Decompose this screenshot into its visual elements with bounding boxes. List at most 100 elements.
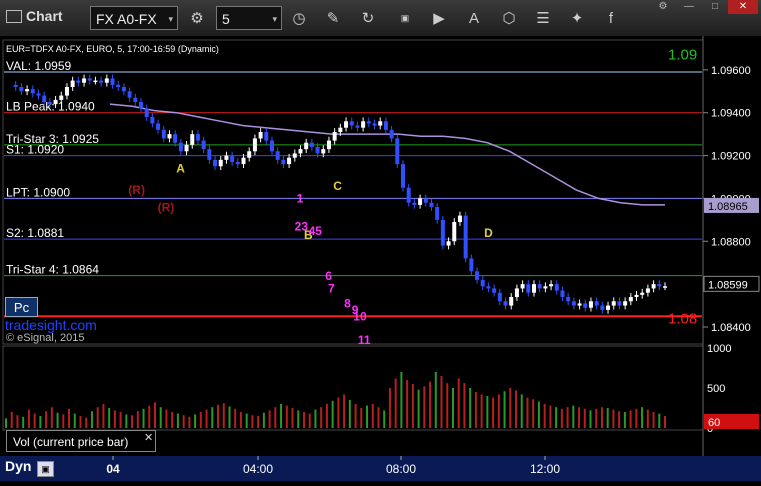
- price-bar: [583, 303, 588, 308]
- price-bar: [560, 290, 565, 297]
- price-bar: [645, 288, 650, 293]
- price-bar: [412, 202, 417, 205]
- price-tag-label: 1.08599: [708, 279, 748, 291]
- price-bar: [475, 271, 480, 280]
- interval-input[interactable]: 5 ▾: [216, 6, 282, 30]
- chart-annotation: 7: [328, 282, 335, 296]
- chart-annotation: A: [176, 162, 185, 176]
- price-bar: [258, 132, 263, 139]
- chart-header: EUR=TDFX A0-FX, EURO, 5, 17:00-16:59 (Dy…: [6, 44, 219, 54]
- price-bar: [514, 288, 519, 297]
- time-tick-label: 08:00: [386, 462, 416, 476]
- price-bar: [110, 78, 115, 85]
- price-bar: [463, 215, 468, 259]
- network-icon[interactable]: ⬡: [498, 7, 520, 29]
- price-bar: [195, 134, 200, 141]
- close-icon[interactable]: ✕: [144, 431, 153, 444]
- price-bar: [184, 144, 189, 152]
- price-bar: [486, 286, 491, 289]
- price-bar: [497, 292, 502, 302]
- dyn-label[interactable]: Dyn: [5, 458, 31, 474]
- chart-annotation: 1: [297, 192, 304, 206]
- edge-level-label: 1.08: [668, 310, 697, 327]
- price-bar: [440, 219, 445, 246]
- price-bar: [116, 84, 121, 87]
- pencil-icon[interactable]: ✎: [322, 7, 344, 29]
- price-tag-label: 1.08965: [708, 201, 748, 213]
- facebook-icon[interactable]: f: [600, 7, 622, 29]
- chart-annotation: D: [484, 226, 493, 240]
- level-label: S1: 1.0920: [6, 143, 64, 157]
- price-bar: [361, 121, 366, 128]
- twitter-icon[interactable]: ✦: [566, 7, 588, 29]
- symbol-input[interactable]: FX A0-FX ▾: [90, 6, 178, 30]
- get-icon[interactable]: ▣: [394, 7, 416, 29]
- price-bar: [201, 140, 206, 150]
- price-bar: [139, 102, 143, 109]
- play-icon[interactable]: ▶: [428, 7, 450, 29]
- price-bar: [127, 91, 132, 98]
- price-bar: [383, 121, 388, 130]
- price-bar: [429, 202, 434, 207]
- price-bar: [526, 284, 531, 293]
- price-bar: [161, 129, 166, 139]
- price-bar: [13, 84, 18, 87]
- lock-icon[interactable]: ▣: [37, 461, 54, 477]
- close-icon[interactable]: ✕: [728, 0, 758, 14]
- price-bar: [338, 127, 343, 132]
- price-bar: [104, 78, 109, 83]
- brand-watermark: tradesight.com: [5, 317, 97, 333]
- price-bar: [99, 80, 104, 83]
- price-bar: [372, 123, 377, 126]
- price-bar: [64, 87, 69, 96]
- chevron-down-icon[interactable]: ▾: [168, 7, 173, 31]
- price-bar: [70, 80, 75, 87]
- price-bar: [457, 215, 462, 222]
- chart-window-title: Chart: [6, 8, 63, 24]
- price-bar: [218, 159, 223, 167]
- price-bar: [326, 140, 331, 150]
- pc-button[interactable]: Pc: [5, 297, 38, 317]
- price-bar: [378, 121, 383, 126]
- chart-annotation: 45: [309, 224, 323, 238]
- chevron-down-icon[interactable]: ▾: [272, 7, 277, 31]
- refresh-icon[interactable]: ↻: [357, 7, 379, 29]
- maximize-icon[interactable]: □: [704, 0, 726, 14]
- volume-legend: Vol (current price bar): [6, 430, 156, 452]
- price-bar: [87, 78, 92, 81]
- chart-annotation: 8: [344, 297, 351, 311]
- font-icon[interactable]: A: [463, 7, 485, 29]
- clock-icon[interactable]: ◷: [288, 7, 310, 29]
- chart-annotation: (R): [128, 183, 145, 197]
- price-bar: [213, 159, 218, 167]
- settings-window-icon[interactable]: ⚙: [652, 0, 674, 14]
- price-bar: [42, 95, 47, 102]
- price-bar: [480, 279, 485, 287]
- price-bar: [93, 80, 98, 83]
- price-bar: [309, 142, 314, 147]
- minimize-icon[interactable]: —: [678, 0, 700, 14]
- price-bar: [292, 153, 297, 158]
- time-tick-label: 04: [106, 462, 120, 476]
- price-chart[interactable]: EUR=TDFX A0-FX, EURO, 5, 17:00-16:59 (Dy…: [0, 36, 761, 456]
- price-bar: [532, 284, 536, 293]
- price-bar: [207, 149, 212, 160]
- chart-annotation: C: [333, 179, 342, 193]
- price-bar: [275, 151, 280, 160]
- notes-icon[interactable]: ☰: [532, 7, 554, 29]
- price-bar: [298, 149, 303, 154]
- price-tick-label: 1.09400: [711, 108, 751, 120]
- chart-annotation: 10: [353, 310, 367, 324]
- price-bar: [600, 305, 605, 310]
- settings-icon[interactable]: ⚙: [186, 7, 208, 29]
- price-bar: [144, 108, 149, 117]
- price-bar: [663, 286, 667, 288]
- price-bar: [53, 99, 58, 105]
- symbol-value: FX A0-FX: [96, 11, 157, 27]
- chart-annotation: (R): [158, 200, 175, 214]
- price-bar: [30, 89, 35, 94]
- price-bar: [588, 301, 593, 308]
- copyright-text: © eSignal, 2015: [6, 332, 85, 344]
- price-bar: [315, 147, 320, 154]
- time-tick-label: 04:00: [243, 462, 273, 476]
